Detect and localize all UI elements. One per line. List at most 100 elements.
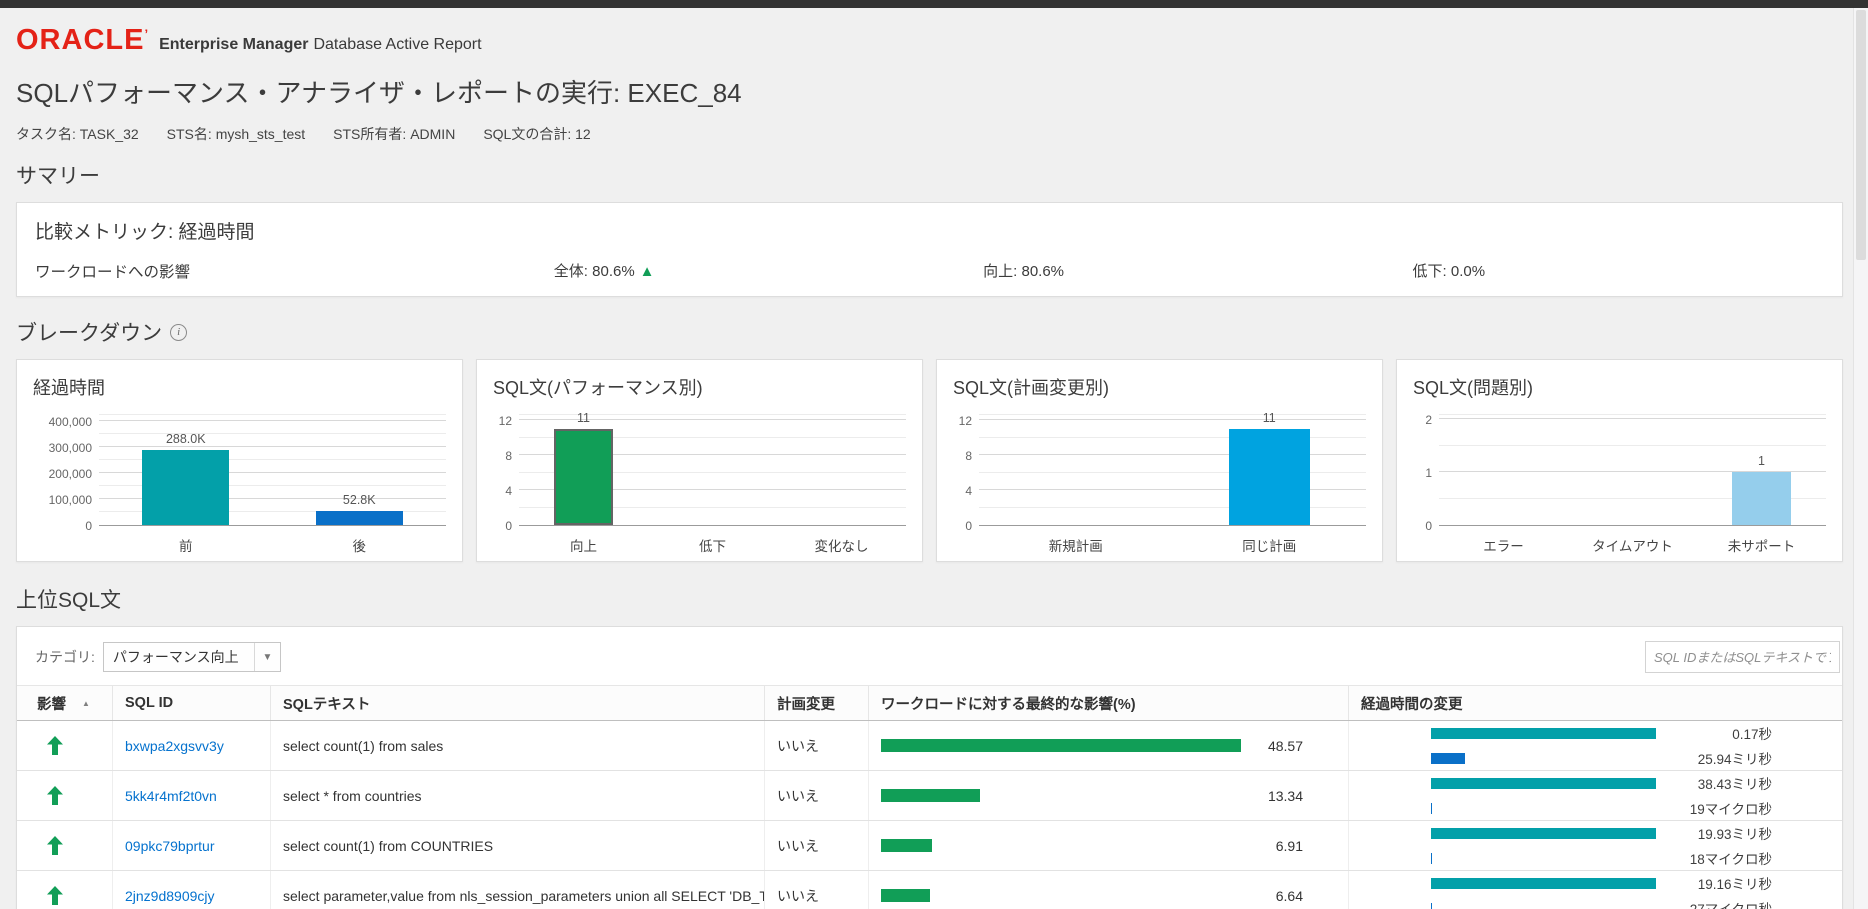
sql-id-link[interactable]: 09pkc79bprtur (125, 838, 215, 854)
breakdown-charts: 経過時間 0100,000200,000300,000400,000288.0K… (16, 359, 1843, 562)
up-triangle-icon: ▲ (640, 263, 655, 280)
net-impact-cell: 13.34 (869, 771, 1349, 820)
chart-bar-未サポート[interactable] (1732, 472, 1791, 525)
category-dropdown[interactable]: パフォーマンス向上 ▼ (103, 642, 281, 672)
sql-text-cell: select count(1) from sales (271, 721, 765, 770)
bar-value-label: 11 (577, 411, 590, 425)
chart-bar-同じ計画[interactable] (1229, 429, 1310, 525)
app-header: ORACLE’ Enterprise ManagerDatabase Activ… (16, 8, 1843, 57)
elapsed-before-bar (1431, 878, 1656, 889)
col-header-elapsed-change[interactable]: 経過時間の変更 (1349, 686, 1842, 720)
col-header-plan-change[interactable]: 計画変更 (765, 686, 869, 720)
chart-sql-by-problem: SQL文(問題別) 0121エラータイムアウト未サポート (1396, 359, 1843, 562)
info-icon[interactable]: i (170, 324, 187, 341)
y-tick-label: 0 (1425, 519, 1432, 533)
sql-text-cell: select count(1) from COUNTRIES (271, 821, 765, 870)
chart-x-label: 新規計画 (979, 535, 1173, 555)
improved-impact: 向上: 80.6% (983, 260, 1412, 282)
bar-value-label: 11 (1263, 411, 1276, 425)
elapsed-before-bar (1431, 728, 1656, 739)
sql-id-cell: 09pkc79bprtur (113, 821, 271, 870)
sql-id-cell: 5kk4r4mf2t0vn (113, 771, 271, 820)
breakdown-heading-label: ブレークダウン (16, 317, 162, 347)
col-header-impact[interactable]: 影響▲ (17, 686, 113, 720)
sql-filter-input[interactable] (1645, 641, 1840, 673)
chart-x-label: タイムアウト (1568, 535, 1697, 555)
chart-title: 経過時間 (33, 374, 446, 400)
impact-value: 13.34 (1241, 788, 1305, 804)
vertical-scrollbar[interactable] (1853, 8, 1868, 909)
product-name: Enterprise ManagerDatabase Active Report (159, 36, 481, 54)
chart-x-label: 後 (273, 535, 447, 555)
elapsed-change-cell: 38.43ミリ秒 19マイクロ秒 (1349, 771, 1842, 820)
meta-sts-name: STS名: mysh_sts_test (167, 124, 306, 144)
plan-change-cell: いいえ (765, 821, 869, 870)
chart-x-label: 未サポート (1697, 535, 1826, 555)
impact-cell (17, 771, 113, 820)
col-header-sql-id[interactable]: SQL ID (113, 686, 271, 720)
sql-id-link[interactable]: 5kk4r4mf2t0vn (125, 788, 217, 804)
plan-change-cell: いいえ (765, 721, 869, 770)
elapsed-change-cell: 0.17秒 25.94ミリ秒 (1349, 721, 1842, 770)
chart-bar-前[interactable] (142, 450, 229, 525)
impact-cell (17, 871, 113, 909)
page: ORACLE’ Enterprise ManagerDatabase Activ… (0, 8, 1853, 909)
y-tick-label: 400,000 (49, 415, 92, 429)
regressed-impact: 低下: 0.0% (1413, 260, 1824, 282)
chart-x-label: 低下 (648, 535, 777, 555)
category-selected-value: パフォーマンス向上 (104, 647, 254, 667)
y-tick-label: 0 (85, 519, 92, 533)
workload-impact-label: ワークロードへの影響 (35, 260, 554, 282)
y-tick-label: 12 (499, 414, 512, 428)
chart-title: SQL文(パフォーマンス別) (493, 374, 906, 400)
meta-sql-total: SQL文の合計: 12 (483, 124, 590, 144)
elapsed-after-label: 18マイクロ秒 (1664, 848, 1772, 868)
chart-x-label: 前 (99, 535, 273, 555)
summary-card: 比較メトリック: 経過時間 ワークロードへの影響 全体: 80.6%▲ 向上: … (16, 202, 1843, 297)
chart-x-label: 同じ計画 (1173, 535, 1367, 555)
y-tick-label: 8 (965, 449, 972, 463)
chevron-down-icon[interactable]: ▼ (254, 643, 280, 671)
impact-bar (881, 739, 1241, 752)
category-label: カテゴリ: (35, 647, 95, 667)
table-row: bxwpa2xgsvv3y select count(1) from sales… (17, 721, 1842, 771)
net-impact-cell: 6.64 (869, 871, 1349, 909)
top-sql-heading: 上位SQL文 (16, 584, 1843, 614)
sql-id-cell: bxwpa2xgsvv3y (113, 721, 271, 770)
chart-elapsed-time: 経過時間 0100,000200,000300,000400,000288.0K… (16, 359, 463, 562)
impact-value: 48.57 (1241, 738, 1305, 754)
sql-id-link[interactable]: bxwpa2xgsvv3y (125, 738, 224, 754)
elapsed-before-bar (1431, 778, 1656, 789)
elapsed-change-cell: 19.16ミリ秒 27マイクロ秒 (1349, 871, 1842, 909)
bar-value-label: 288.0K (166, 432, 206, 446)
scrollbar-thumb[interactable] (1856, 10, 1866, 260)
y-tick-label: 4 (965, 484, 972, 498)
y-tick-label: 8 (505, 449, 512, 463)
elapsed-before-label: 19.93ミリ秒 (1664, 823, 1772, 843)
elapsed-after-bar (1431, 753, 1465, 764)
chart-sql-by-performance: SQL文(パフォーマンス別) 0481211向上低下変化なし (476, 359, 923, 562)
sql-id-cell: 2jnz9d8909cjy (113, 871, 271, 909)
elapsed-before-label: 0.17秒 (1664, 723, 1772, 743)
chart-bar-向上[interactable] (554, 429, 613, 525)
col-header-sql-text[interactable]: SQLテキスト (271, 686, 765, 720)
sql-id-link[interactable]: 2jnz9d8909cjy (125, 888, 215, 904)
impact-value: 6.64 (1241, 888, 1305, 904)
elapsed-before-bar (1431, 828, 1656, 839)
impact-bar (881, 789, 980, 802)
breakdown-heading: ブレークダウン i (16, 317, 1843, 347)
report-metadata: タスク名: TASK_32 STS名: mysh_sts_test STS所有者… (16, 124, 1843, 144)
chart-bar-後[interactable] (316, 511, 403, 525)
table-row: 5kk4r4mf2t0vn select * from countries いい… (17, 771, 1842, 821)
chart-sql-by-plan-change: SQL文(計画変更別) 0481211新規計画同じ計画 (936, 359, 1383, 562)
chart-x-label: 変化なし (777, 535, 906, 555)
meta-sts-owner: STS所有者: ADMIN (333, 124, 455, 144)
chart-title: SQL文(問題別) (1413, 374, 1826, 400)
top-black-bar (0, 0, 1868, 8)
bar-value-label: 1 (1758, 454, 1765, 468)
col-header-net-impact[interactable]: ワークロードに対する最終的な影響(%) (869, 686, 1349, 720)
oracle-logo: ORACLE’ (16, 24, 149, 57)
summary-heading: サマリー (16, 160, 1843, 190)
comparison-metric: 比較メトリック: 経過時間 (35, 217, 1824, 244)
y-tick-label: 200,000 (49, 467, 92, 481)
